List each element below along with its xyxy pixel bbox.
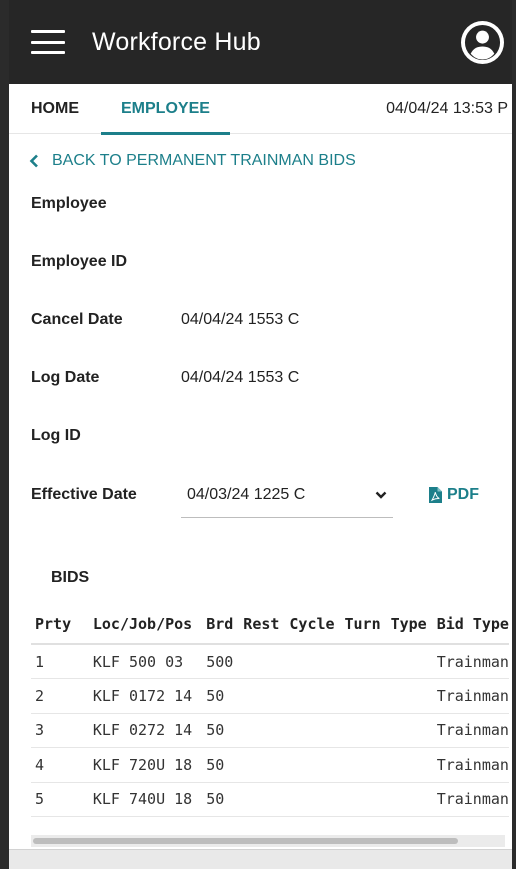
cell-turn bbox=[344, 644, 391, 679]
field-log-date: Log Date 04/04/24 1553 C bbox=[31, 349, 512, 407]
cell-turn bbox=[344, 747, 391, 783]
tab-bar: HOME EMPLOYEE 04/04/24 13:53 P bbox=[9, 84, 512, 135]
cell-turn bbox=[344, 678, 391, 714]
menu-icon[interactable] bbox=[31, 30, 65, 54]
cell-bid-type: Trainman bbox=[436, 644, 509, 679]
bids-section-title: BIDS bbox=[51, 569, 90, 586]
cell-loc-job-pos: KLF 500 03 bbox=[92, 644, 207, 679]
column-header-rest[interactable]: Rest bbox=[243, 604, 290, 645]
effective-date-value: 04/03/24 1225 C bbox=[187, 485, 306, 503]
back-link-label: BACK TO PERMANENT TRAINMAN BIDS bbox=[52, 152, 356, 169]
cell-cycle bbox=[289, 678, 345, 714]
effective-date-label: Effective Date bbox=[31, 486, 137, 503]
log-id-label: Log ID bbox=[31, 427, 81, 444]
column-header-turn[interactable]: Turn bbox=[344, 604, 391, 645]
scrollbar-thumb[interactable] bbox=[33, 838, 458, 844]
pdf-button-label: PDF bbox=[447, 486, 479, 503]
cell-type bbox=[390, 782, 437, 817]
tab-employee[interactable]: EMPLOYEE bbox=[101, 84, 230, 135]
cell-loc-job-pos: KLF 720U 18 bbox=[92, 747, 207, 783]
table-row[interactable]: 4 KLF 720U 18 50 Trainman bbox=[31, 747, 509, 783]
cell-cycle bbox=[289, 747, 345, 783]
column-header-bid-type[interactable]: Bid Type bbox=[436, 604, 509, 645]
column-header-cycle[interactable]: Cycle bbox=[289, 604, 345, 645]
back-to-bids-link[interactable]: BACK TO PERMANENT TRAINMAN BIDS bbox=[28, 151, 512, 171]
pdf-button[interactable]: PDF bbox=[429, 486, 479, 504]
employee-details: Employee Employee ID Cancel Date 04/04/2… bbox=[9, 175, 512, 525]
cell-cycle bbox=[289, 644, 345, 679]
log-date-label: Log Date bbox=[31, 369, 100, 386]
field-employee-id: Employee ID bbox=[31, 233, 512, 291]
cell-turn bbox=[344, 782, 391, 817]
account-circle-icon[interactable] bbox=[461, 21, 504, 64]
chevron-left-icon bbox=[29, 154, 38, 168]
cell-loc-job-pos: KLF 0172 14 bbox=[92, 678, 207, 714]
employee-id-label: Employee ID bbox=[31, 253, 128, 270]
cell-brd: 50 bbox=[206, 782, 244, 817]
app-container: Workforce Hub HOME EMPLOYEE 04/04/24 13:… bbox=[9, 0, 512, 869]
cell-type bbox=[390, 713, 437, 748]
table-horizontal-scrollbar[interactable] bbox=[31, 835, 505, 847]
cell-rest bbox=[243, 713, 290, 748]
cancel-date-label: Cancel Date bbox=[31, 311, 123, 328]
chevron-down-icon bbox=[375, 491, 387, 499]
bottom-bar bbox=[9, 849, 512, 869]
cell-cycle bbox=[289, 713, 345, 748]
cell-loc-job-pos: KLF 740U 18 bbox=[92, 782, 207, 817]
field-log-id: Log ID bbox=[31, 407, 512, 465]
table-row[interactable]: 2 KLF 0172 14 50 Trainman bbox=[31, 678, 509, 714]
cell-type bbox=[390, 747, 437, 783]
cell-rest bbox=[243, 644, 290, 679]
column-header-brd[interactable]: Brd bbox=[206, 604, 244, 645]
window-frame-left bbox=[0, 0, 9, 869]
column-header-loc-job-pos[interactable]: Loc/Job/Pos bbox=[92, 604, 207, 645]
employee-label: Employee bbox=[31, 195, 107, 212]
cancel-date-value: 04/04/24 1553 C bbox=[181, 311, 300, 328]
cell-brd: 50 bbox=[206, 713, 244, 748]
cell-cycle bbox=[289, 782, 345, 817]
pdf-file-icon bbox=[429, 487, 442, 503]
cell-brd: 500 bbox=[206, 644, 244, 679]
effective-date-select[interactable]: 04/03/24 1225 C bbox=[181, 472, 393, 518]
cell-turn bbox=[344, 713, 391, 748]
window-frame-right bbox=[512, 0, 516, 869]
top-app-bar: Workforce Hub bbox=[9, 0, 512, 84]
cell-type bbox=[390, 678, 437, 714]
field-employee: Employee bbox=[31, 175, 512, 233]
cell-prty: 1 bbox=[31, 644, 93, 679]
cell-bid-type: Trainman bbox=[436, 713, 509, 748]
table-row[interactable]: 1 KLF 500 03 500 Trainman bbox=[31, 644, 509, 679]
tab-home[interactable]: HOME bbox=[31, 84, 79, 134]
bids-header-row: Prty Loc/Job/Pos Brd Rest Cycle Turn Typ… bbox=[31, 604, 509, 645]
bids-table: Prty Loc/Job/Pos Brd Rest Cycle Turn Typ… bbox=[31, 604, 509, 817]
table-row[interactable]: 5 KLF 740U 18 50 Trainman bbox=[31, 782, 509, 817]
log-date-value: 04/04/24 1553 C bbox=[181, 369, 300, 386]
current-timestamp: 04/04/24 13:53 P bbox=[386, 100, 508, 117]
cell-prty: 5 bbox=[31, 782, 93, 817]
cell-rest bbox=[243, 678, 290, 714]
cell-loc-job-pos: KLF 0272 14 bbox=[92, 713, 207, 748]
column-header-type[interactable]: Type bbox=[390, 604, 437, 645]
cell-rest bbox=[243, 747, 290, 783]
field-effective-date: Effective Date 04/03/24 1225 C PDF bbox=[31, 465, 512, 525]
cell-bid-type: Trainman bbox=[436, 782, 509, 817]
cell-rest bbox=[243, 782, 290, 817]
bids-table-container[interactable]: Prty Loc/Job/Pos Brd Rest Cycle Turn Typ… bbox=[31, 604, 509, 848]
cell-bid-type: Trainman bbox=[436, 678, 509, 714]
cell-type bbox=[390, 644, 437, 679]
cell-bid-type: Trainman bbox=[436, 747, 509, 783]
cell-prty: 4 bbox=[31, 747, 93, 783]
cell-brd: 50 bbox=[206, 678, 244, 714]
cell-brd: 50 bbox=[206, 747, 244, 783]
table-row[interactable]: 3 KLF 0272 14 50 Trainman bbox=[31, 713, 509, 748]
cell-prty: 2 bbox=[31, 678, 93, 714]
field-cancel-date: Cancel Date 04/04/24 1553 C bbox=[31, 291, 512, 349]
column-header-prty[interactable]: Prty bbox=[31, 604, 93, 645]
app-title: Workforce Hub bbox=[92, 27, 261, 56]
cell-prty: 3 bbox=[31, 713, 93, 748]
